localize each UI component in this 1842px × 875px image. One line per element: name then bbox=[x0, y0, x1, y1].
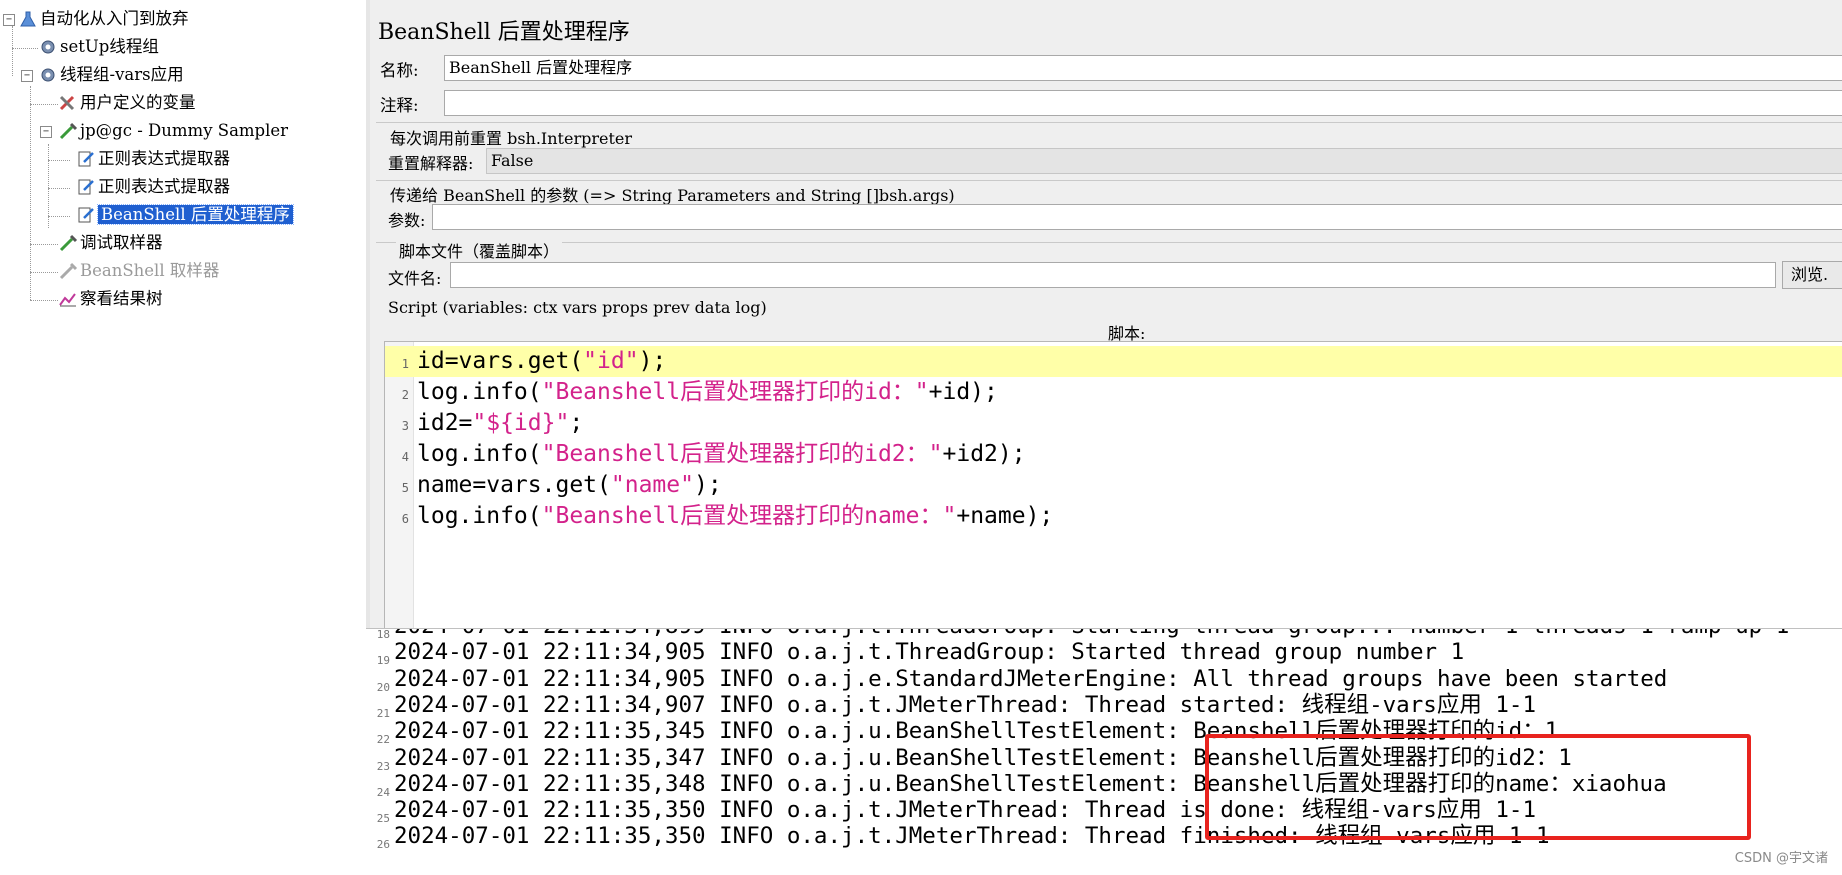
name-label: 名称: bbox=[380, 61, 419, 80]
gear-icon bbox=[38, 66, 58, 84]
file-label: 文件名: bbox=[388, 269, 442, 288]
code-line: 2 log.info("Beanshell后置处理器打印的id："+id); bbox=[385, 377, 1842, 408]
code-token: log.info( bbox=[417, 441, 542, 467]
tree-item-debug-sampler[interactable]: 调试取样器 bbox=[58, 231, 163, 255]
tree-connector bbox=[30, 300, 58, 301]
line-number: 1 bbox=[401, 357, 409, 371]
file-group-title: 脚本文件（覆盖脚本） bbox=[396, 238, 563, 262]
group-divider bbox=[376, 122, 1842, 123]
code-token: ); bbox=[693, 472, 722, 498]
code-text: id2="${id}"; bbox=[417, 408, 583, 439]
code-line: 1 id=vars.get("id"); bbox=[385, 346, 1842, 377]
tree-connector bbox=[12, 26, 13, 76]
code-string: "${id}" bbox=[472, 410, 570, 436]
code-token: id=vars.get( bbox=[417, 348, 584, 374]
flask-icon bbox=[18, 10, 38, 28]
tree-item-thread-group[interactable]: 线程组-vars应用 bbox=[38, 63, 184, 87]
collapse-toggle[interactable]: − bbox=[21, 70, 33, 82]
edit-doc-icon bbox=[76, 178, 96, 196]
code-string: "Beanshell后置处理器打印的name：" bbox=[541, 503, 957, 529]
chart-icon bbox=[58, 290, 78, 308]
tree-connector bbox=[48, 216, 70, 217]
beanshell-postprocessor-panel: BeanShell 后置处理程序 名称: BeanShell 后置处理程序 注释… bbox=[370, 0, 1842, 630]
tree-item-view-results-tree[interactable]: 察看结果树 bbox=[58, 287, 163, 311]
tree-connector bbox=[30, 244, 58, 245]
line-number: 4 bbox=[401, 450, 409, 464]
code-token: +id); bbox=[928, 379, 998, 405]
comment-field[interactable] bbox=[444, 90, 1842, 116]
params-group-title: 传递给 BeanShell 的参数 (=> String Parameters … bbox=[390, 186, 955, 205]
tree-item-regex-extractor-2[interactable]: 正则表达式提取器 bbox=[76, 175, 230, 199]
annotation-highlight-box bbox=[1205, 734, 1751, 840]
comment-label: 注释: bbox=[380, 96, 419, 115]
reset-interpreter-select[interactable]: False bbox=[486, 148, 1842, 174]
code-token: name=vars.get( bbox=[417, 472, 611, 498]
tree-connector bbox=[48, 188, 70, 189]
line-number: 6 bbox=[401, 512, 409, 526]
code-text: log.info("Beanshell后置处理器打印的id："+id); bbox=[417, 377, 998, 408]
code-line: 4 log.info("Beanshell后置处理器打印的id2："+id2); bbox=[385, 439, 1842, 470]
code-text: id=vars.get("id"); bbox=[417, 346, 666, 377]
tree-item-beanshell-sampler[interactable]: BeanShell 取样器 bbox=[58, 259, 219, 283]
code-token: ); bbox=[638, 348, 667, 374]
code-line: 5 name=vars.get("name"); bbox=[385, 470, 1842, 501]
tree-connector bbox=[30, 272, 58, 273]
code-string: "Beanshell后置处理器打印的id：" bbox=[541, 379, 929, 405]
tree-item-regex-extractor-1[interactable]: 正则表达式提取器 bbox=[76, 147, 230, 171]
test-plan-tree[interactable]: − − − 自动化从入门到放弃 setUp线程组 线程组-vars应用 用户定义… bbox=[0, 0, 367, 874]
tree-connector bbox=[48, 160, 70, 161]
collapse-toggle[interactable]: − bbox=[3, 14, 15, 26]
group-divider bbox=[376, 242, 1842, 243]
code-string: "name" bbox=[610, 472, 694, 498]
tree-item-dummy-sampler[interactable]: jp@gc - Dummy Sampler bbox=[58, 119, 288, 143]
page-title: BeanShell 后置处理程序 bbox=[378, 20, 630, 45]
pipette-icon bbox=[58, 234, 78, 252]
tree-connector bbox=[30, 104, 58, 105]
code-token: ; bbox=[569, 410, 584, 436]
pipette-icon bbox=[58, 122, 78, 140]
code-string: "Beanshell后置处理器打印的id2：" bbox=[541, 441, 943, 467]
code-string: "id" bbox=[583, 348, 639, 374]
params-label: 参数: bbox=[388, 211, 426, 230]
tree-item-setup-thread-group[interactable]: setUp线程组 bbox=[38, 35, 159, 59]
code-text: log.info("Beanshell后置处理器打印的name："+name); bbox=[417, 501, 1053, 532]
script-group-title: Script (variables: ctx vars props prev d… bbox=[388, 298, 767, 317]
log-line-number: 26 bbox=[376, 838, 390, 852]
code-token: id2= bbox=[417, 410, 473, 436]
code-line: 6 log.info("Beanshell后置处理器打印的name："+name)… bbox=[385, 501, 1842, 532]
gear-icon bbox=[38, 38, 58, 56]
tools-icon bbox=[58, 94, 78, 112]
tree-item-user-variables[interactable]: 用户定义的变量 bbox=[58, 91, 196, 115]
code-token: log.info( bbox=[417, 379, 542, 405]
code-token: +id2); bbox=[942, 441, 1026, 467]
tree-connector bbox=[30, 86, 31, 300]
params-field[interactable] bbox=[432, 204, 1842, 230]
line-number: 3 bbox=[401, 419, 409, 433]
reset-label: 重置解释器: bbox=[388, 154, 474, 173]
group-divider bbox=[376, 180, 1842, 181]
code-line: 3 id2="${id}"; bbox=[385, 408, 1842, 439]
edit-doc-icon bbox=[76, 206, 96, 224]
tree-item-test-plan[interactable]: 自动化从入门到放弃 bbox=[18, 7, 189, 31]
pipette-icon bbox=[58, 262, 78, 280]
watermark: CSDN @宇文诸 bbox=[1732, 847, 1830, 866]
code-token: +name); bbox=[956, 503, 1054, 529]
code-token: log.info( bbox=[417, 503, 542, 529]
line-number: 2 bbox=[401, 388, 409, 402]
filename-field[interactable] bbox=[450, 262, 1776, 288]
tree-item-beanshell-postprocessor[interactable]: BeanShell 后置处理程序 bbox=[76, 203, 294, 227]
script-editor[interactable]: 1 id=vars.get("id"); 2 log.info("Beanshell后… bbox=[384, 341, 1842, 630]
code-text: name=vars.get("name"); bbox=[417, 470, 722, 501]
tree-connector bbox=[12, 48, 38, 49]
line-number: 5 bbox=[401, 481, 409, 495]
name-field[interactable]: BeanShell 后置处理程序 bbox=[444, 55, 1842, 81]
edit-doc-icon bbox=[76, 150, 96, 168]
reset-group-title: 每次调用前重置 bsh.Interpreter bbox=[390, 129, 633, 148]
browse-button[interactable]: 浏览. bbox=[1782, 261, 1842, 289]
code-text: log.info("Beanshell后置处理器打印的id2："+id2); bbox=[417, 439, 1026, 470]
collapse-toggle[interactable]: − bbox=[40, 126, 52, 138]
